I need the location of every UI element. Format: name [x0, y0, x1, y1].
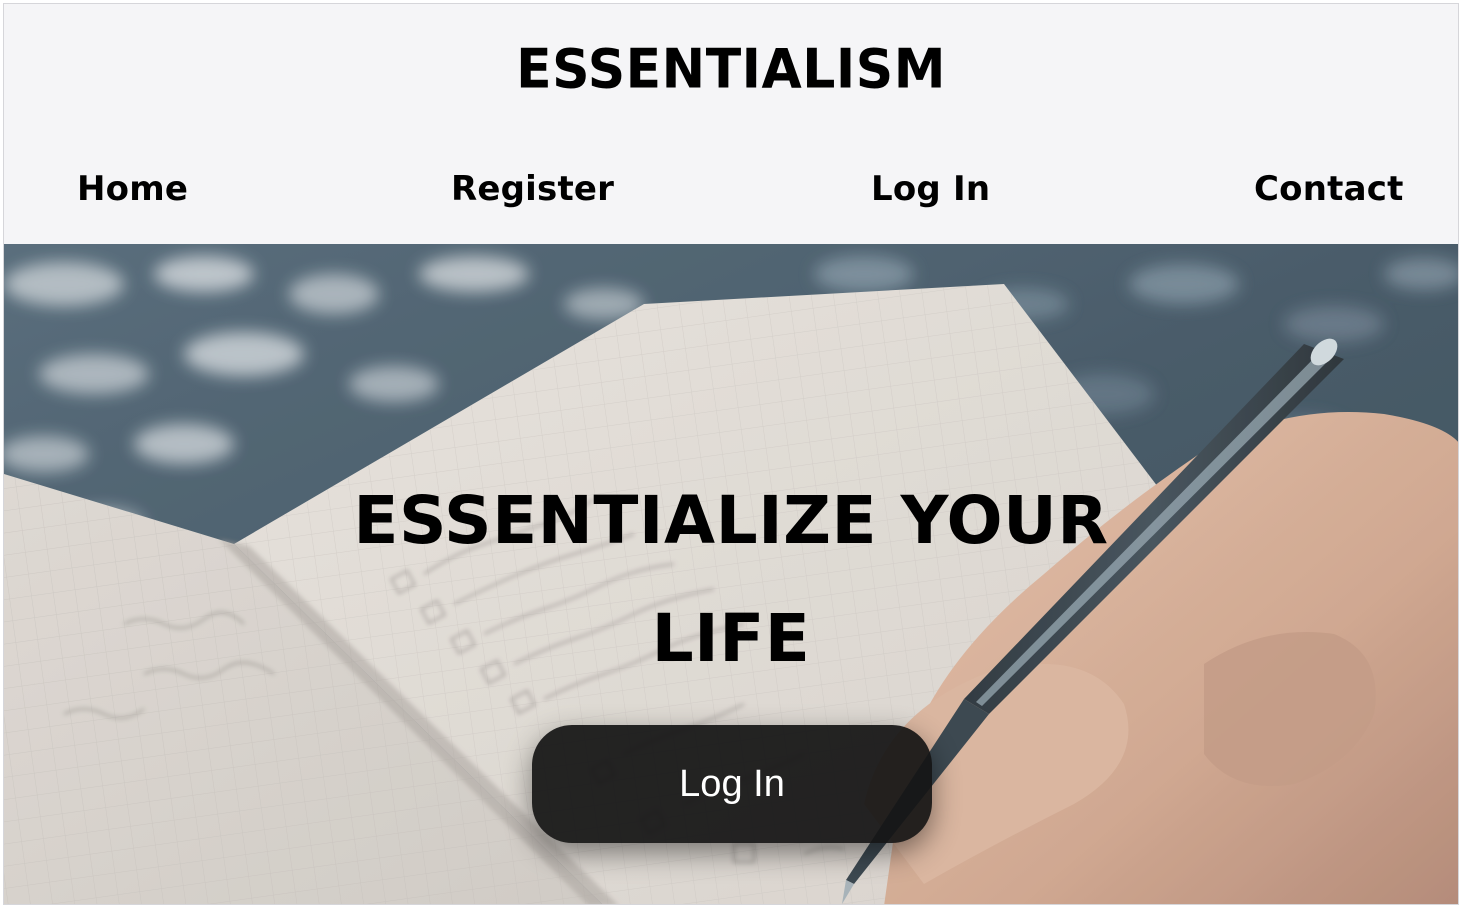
hero-log-in-button[interactable]: Log In — [532, 725, 932, 843]
hero-section: ESSENTIALIZE YOUR LIFE Log In — [4, 244, 1458, 904]
site-logo[interactable]: ESSENTIALISM — [4, 43, 1458, 97]
nav-link-log-in[interactable]: Log In — [871, 164, 990, 214]
nav-link-register[interactable]: Register — [451, 164, 614, 214]
nav-link-home[interactable]: Home — [77, 164, 188, 214]
main-nav: Home Register Log In Contact — [4, 164, 1458, 214]
nav-link-contact[interactable]: Contact — [1254, 164, 1404, 214]
site-header: ESSENTIALISM Home Register Log In Contac… — [4, 4, 1458, 244]
hero-title: ESSENTIALIZE YOUR LIFE — [353, 482, 1109, 677]
browser-viewport: ESSENTIALISM Home Register Log In Contac… — [3, 3, 1459, 905]
